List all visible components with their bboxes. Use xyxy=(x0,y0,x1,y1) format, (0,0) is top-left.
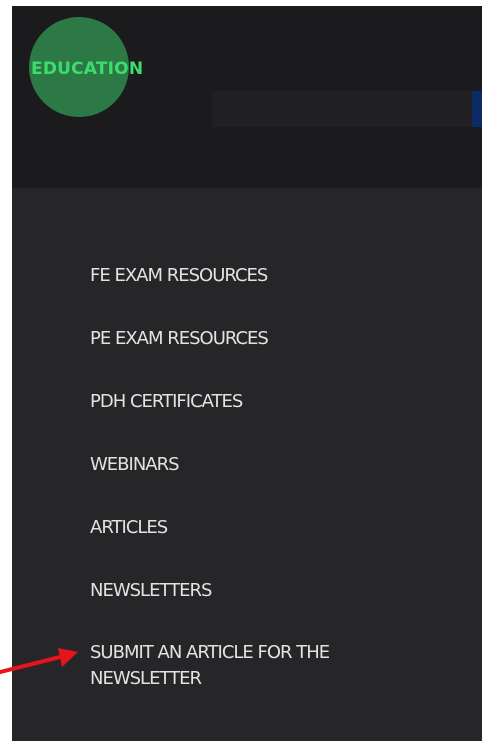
logo-text[interactable]: EDUCATION xyxy=(31,59,143,79)
menu-item-webinars[interactable]: WEBINARS xyxy=(90,453,420,476)
menu-item-pdh-certificates[interactable]: PDH CERTIFICATES xyxy=(90,390,420,413)
mobile-menu-panel: EDUCATION FE EXAM RESOURCES PE EXAM RESO… xyxy=(12,6,482,741)
search-button[interactable] xyxy=(472,91,482,127)
menu-item-pe-exam-resources[interactable]: PE EXAM RESOURCES xyxy=(90,327,420,350)
education-menu: FE EXAM RESOURCES PE EXAM RESOURCES PDH … xyxy=(90,264,420,732)
menu-item-articles[interactable]: ARTICLES xyxy=(90,516,420,539)
site-header: EDUCATION xyxy=(12,6,482,188)
search-input[interactable] xyxy=(212,91,472,127)
menu-item-submit-article[interactable]: SUBMIT AN ARTICLE FOR THE NEWSLETTER xyxy=(90,640,420,692)
menu-item-fe-exam-resources[interactable]: FE EXAM RESOURCES xyxy=(90,264,420,287)
red-arrow-icon xyxy=(0,648,78,674)
menu-item-newsletters[interactable]: NEWSLETTERS xyxy=(90,579,420,602)
